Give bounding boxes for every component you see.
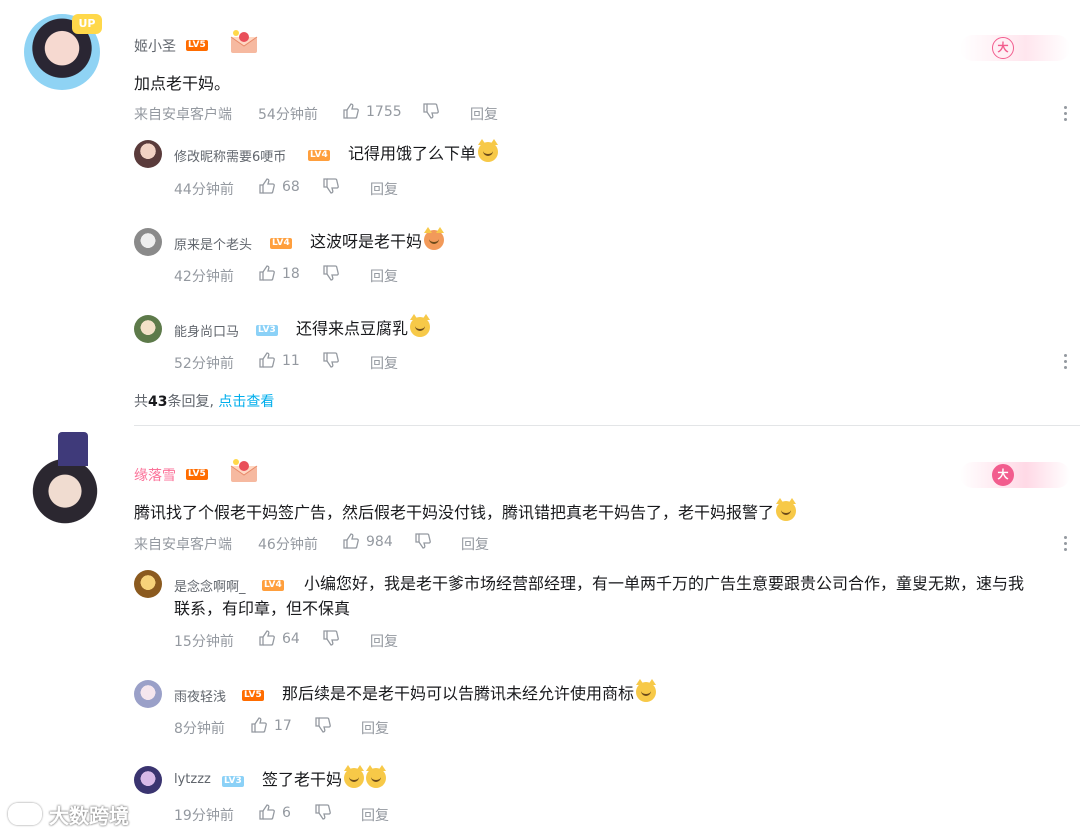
emoji-icon (776, 498, 797, 521)
reply-avatar[interactable] (134, 315, 162, 343)
username[interactable]: 缘落雪 (134, 465, 176, 485)
comment-time: 46分钟前 (258, 537, 318, 553)
watermark-logo-icon (8, 803, 42, 825)
emoji-icon (410, 314, 431, 337)
thumb-up-icon[interactable] (258, 177, 276, 195)
gift-icon (228, 457, 260, 483)
thumb-down-icon[interactable] (322, 264, 340, 282)
reply-time: 15分钟前 (174, 634, 234, 650)
thumb-up-icon[interactable] (258, 351, 276, 369)
level-badge: LV5 (186, 469, 208, 480)
reply-time: 19分钟前 (174, 808, 234, 824)
reply-username[interactable]: 雨夜轻浅 (174, 686, 226, 705)
thumb-up-icon[interactable] (250, 716, 268, 734)
thumb-down-icon[interactable] (322, 351, 340, 369)
thumb-down-icon[interactable] (322, 629, 340, 647)
reply-content: 那后续是不是老干妈可以告腾讯未经允许使用商标 (282, 679, 657, 706)
reply-avatar[interactable] (134, 680, 162, 708)
level-badge: LV3 (222, 776, 244, 787)
reply-button[interactable]: 回复 (370, 631, 398, 651)
avatar-hat (58, 432, 88, 466)
level-badge: LV4 (308, 150, 330, 161)
thumb-up-icon[interactable] (258, 264, 276, 282)
reply-time: 44分钟前 (174, 182, 234, 198)
avatar-badge: UP (72, 14, 102, 34)
reply-username[interactable]: 原来是个老头 (174, 234, 252, 253)
reply-avatar[interactable] (134, 570, 162, 598)
reply-button[interactable]: 回复 (361, 805, 389, 825)
reply-content: 记得用饿了么下单 (348, 139, 499, 166)
level-badge: LV4 (262, 580, 284, 591)
reply-button[interactable]: 回复 (470, 104, 498, 124)
reply-avatar[interactable] (134, 766, 162, 794)
like-count: 68 (282, 179, 300, 195)
emoji-icon (366, 765, 387, 788)
comment-divider (134, 425, 1080, 426)
view-replies-link[interactable]: 点击查看 (218, 394, 274, 410)
like-count: 1755 (366, 104, 402, 120)
reply-time: 42分钟前 (174, 269, 234, 285)
reply-username[interactable]: lytzzz (174, 772, 211, 787)
gift-icon (228, 28, 260, 54)
reply-username[interactable]: 是念念啊啊_ (174, 576, 246, 595)
comment-content: 腾讯找了个假老干妈签广告，然后假老干妈没付钱，腾讯错把真老干妈告了，老干妈报警了 (134, 498, 797, 525)
emoji-icon (478, 139, 499, 162)
level-badge: LV4 (270, 238, 292, 249)
thumb-down-icon[interactable] (314, 716, 332, 734)
fan-badge: 大 (960, 35, 1070, 61)
reply-content: 还得来点豆腐乳 (296, 314, 431, 341)
reply-button[interactable]: 回复 (361, 718, 389, 738)
reply-time: 52分钟前 (174, 356, 234, 372)
level-badge: LV5 (186, 40, 208, 51)
like-count: 11 (282, 353, 300, 369)
more-icon[interactable] (1064, 354, 1068, 372)
thumb-up-icon[interactable] (342, 102, 360, 120)
level-badge: LV3 (256, 325, 278, 336)
reply-username[interactable]: 修改昵称需要6哽币 (174, 146, 286, 165)
comment-time: 54分钟前 (258, 107, 318, 123)
fan-badge: 大 (960, 462, 1070, 488)
thumb-down-icon[interactable] (322, 177, 340, 195)
emoji-icon (424, 227, 445, 250)
like-count: 18 (282, 266, 300, 282)
thumb-down-icon[interactable] (314, 803, 332, 821)
reply-summary: 共43条回复, 点击查看 (134, 394, 275, 410)
reply-time: 8分钟前 (174, 721, 225, 737)
reply-content: 小编您好，我是老干爹市场经营部经理，有一单两千万的广告生意要跟贵公司合作，童叟无… (304, 574, 1025, 593)
thumb-up-icon[interactable] (342, 532, 360, 550)
reply-username[interactable]: 能身尚口马 (174, 321, 239, 340)
like-count: 17 (274, 718, 292, 734)
emoji-icon (344, 765, 365, 788)
reply-content-line2: 联系，有印章，但不保真 (174, 599, 351, 618)
reply-content: 签了老干妈 (262, 765, 387, 792)
watermark: 大数跨境 (8, 800, 129, 829)
username[interactable]: 姬小圣 (134, 36, 176, 56)
avatar[interactable] (26, 456, 104, 534)
reply-button[interactable]: 回复 (370, 353, 398, 373)
thumb-up-icon[interactable] (258, 629, 276, 647)
reply-button[interactable]: 回复 (370, 179, 398, 199)
level-badge: LV5 (242, 690, 264, 701)
like-count: 64 (282, 631, 300, 647)
emoji-icon (636, 679, 657, 702)
reply-avatar[interactable] (134, 140, 162, 168)
thumb-down-icon[interactable] (422, 102, 440, 120)
thumb-up-icon[interactable] (258, 803, 276, 821)
reply-content: 这波呀是老干妈 (310, 227, 445, 254)
comment-source: 来自安卓客户端 (134, 537, 232, 553)
reply-avatar[interactable] (134, 228, 162, 256)
reply-button[interactable]: 回复 (370, 266, 398, 286)
more-icon[interactable] (1064, 536, 1068, 554)
comment-content: 加点老干妈。 (134, 74, 231, 93)
reply-button[interactable]: 回复 (461, 534, 489, 554)
more-icon[interactable] (1064, 106, 1068, 124)
comment-source: 来自安卓客户端 (134, 107, 232, 123)
like-count: 984 (366, 534, 393, 550)
like-count: 6 (282, 805, 291, 821)
thumb-down-icon[interactable] (414, 532, 432, 550)
